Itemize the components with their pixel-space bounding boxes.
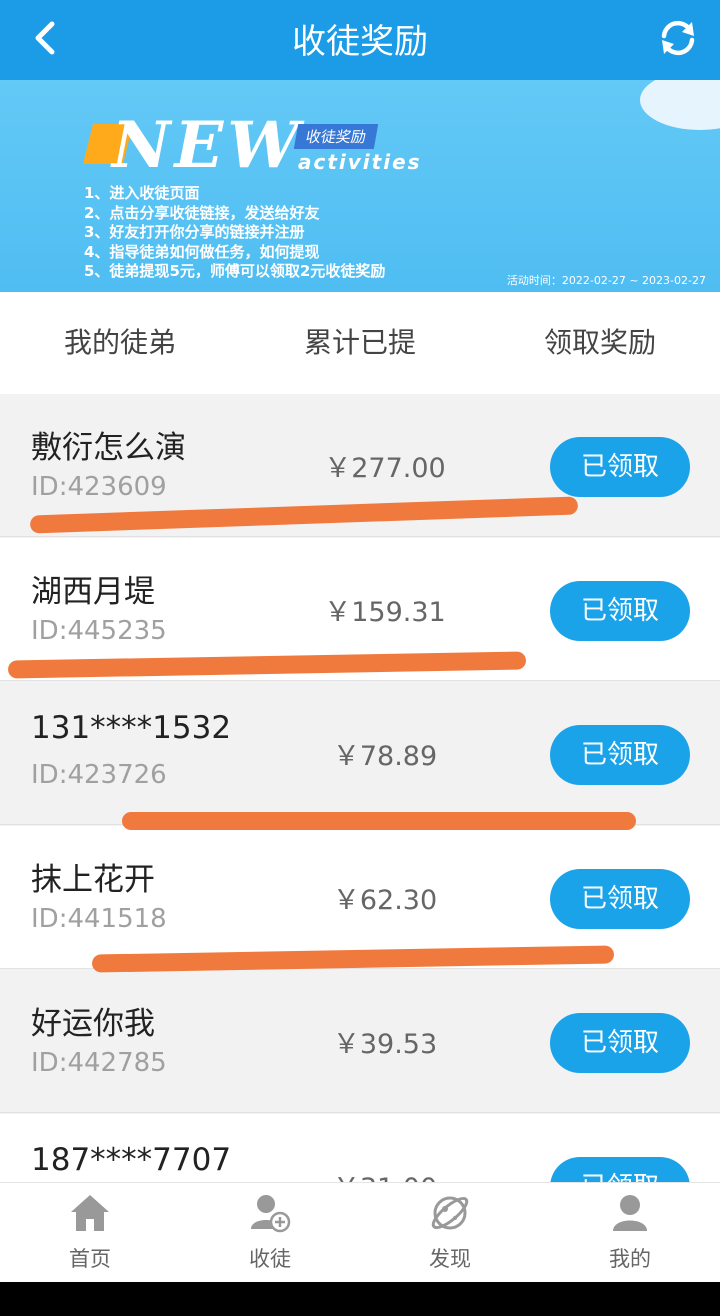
redaction-stroke [122,812,636,830]
nav-discover[interactable]: 发现 [360,1183,540,1282]
banner-activity-period: 活动时间：2022-02-27 ~ 2023-02-27 [506,274,706,287]
apprentice-list: 敷衍怎么演 ID:423609 ￥277.00 已领取 湖西月堤 ID:4452… [0,394,720,1182]
nav-label: 收徒 [249,1247,291,1271]
tab-claim-reward[interactable]: 领取奖励 [480,292,720,394]
nav-recruit[interactable]: 收徒 [180,1183,360,1282]
apprentice-name: 敷衍怎么演 [31,430,186,466]
home-icon [71,1195,109,1231]
claimed-button[interactable]: 已领取 [550,869,690,929]
banner-step: 4、指导徒弟如何做任务，如何提现 [84,242,320,261]
apprentice-id: ID:423609 [31,472,167,502]
withdrawn-amount: ￥62.30 [332,885,438,916]
nav-label: 首页 [69,1247,111,1271]
banner-decoration [640,80,720,130]
refresh-icon [661,20,695,56]
claimed-button[interactable]: 已领取 [550,1157,690,1182]
tab-my-apprentices[interactable]: 我的徒弟 [0,292,240,394]
claimed-button[interactable]: 已领取 [550,581,690,641]
banner-tag: 收徒奖励 [293,124,379,149]
banner-step: 3、好友打开你分享的链接并注册 [84,223,305,241]
banner-steps: 1、进入收徒页面 2、点击分享收徒链接，发送给好友 3、好友打开你分享的链接并注… [84,184,385,282]
column-headers: 我的徒弟 累计已提 领取奖励 [0,292,720,394]
apprentice-name: 湖西月堤 [31,574,155,610]
promo-banner: NEW 收徒奖励 activities 1、进入收徒页面 2、点击分享收徒链接，… [0,80,720,292]
withdrawn-amount: ￥277.00 [324,453,446,484]
nav-profile[interactable]: 我的 [540,1183,720,1282]
banner-activities-text: activities [298,150,422,174]
claimed-button[interactable]: 已领取 [550,437,690,497]
apprentice-id: ID:445235 [31,616,167,646]
bottom-nav: 首页 收徒 发现 我的 [0,1182,720,1282]
withdrawn-amount: ￥159.31 [324,597,446,628]
app-screen: 收徒奖励 NEW 收徒奖励 activities 1、进入收徒页面 2、点击分享… [0,0,720,1282]
apprentice-id: ID:441518 [31,904,167,934]
planet-icon [431,1196,469,1230]
nav-label: 我的 [609,1247,651,1271]
withdrawn-amount: ￥39.53 [332,1029,438,1060]
apprentice-name: 131****1532 [31,710,232,746]
apprentice-id: ID:442785 [31,1048,167,1078]
claimed-button[interactable]: 已领取 [550,1013,690,1073]
list-item: 131****1532 ID:423726 ￥78.89 已领取 [0,682,720,825]
list-item: 抹上花开 ID:441518 ￥62.30 已领取 [0,826,720,969]
banner-step: 2、点击分享收徒链接，发送给好友 [84,203,320,222]
add-user-icon [251,1195,291,1233]
refresh-button[interactable] [654,14,702,62]
list-item: 187****7707 ￥31.00 已领取 [0,1114,720,1182]
list-item: 好运你我 ID:442785 ￥39.53 已领取 [0,970,720,1113]
banner-step: 5、徒弟提现5元，师傅可以领取2元收徒奖励 [84,262,386,280]
apprentice-name: 好运你我 [31,1006,155,1042]
page-title: 收徒奖励 [292,22,428,62]
profile-icon [613,1195,647,1231]
apprentice-name: 187****7707 [31,1142,232,1178]
nav-home[interactable]: 首页 [0,1183,180,1282]
header-bar: 收徒奖励 [0,0,720,80]
banner-new-text: NEW [112,108,304,183]
nav-label: 发现 [429,1247,471,1271]
apprentice-name: 抹上花开 [31,862,155,898]
claimed-button[interactable]: 已领取 [550,725,690,785]
banner-step: 1、进入收徒页面 [84,184,200,202]
withdrawn-amount: ￥31.00 [300,1166,470,1182]
withdrawn-amount: ￥78.89 [332,741,438,772]
tab-total-withdrawn[interactable]: 累计已提 [240,292,480,394]
apprentice-id: ID:423726 [31,760,167,790]
